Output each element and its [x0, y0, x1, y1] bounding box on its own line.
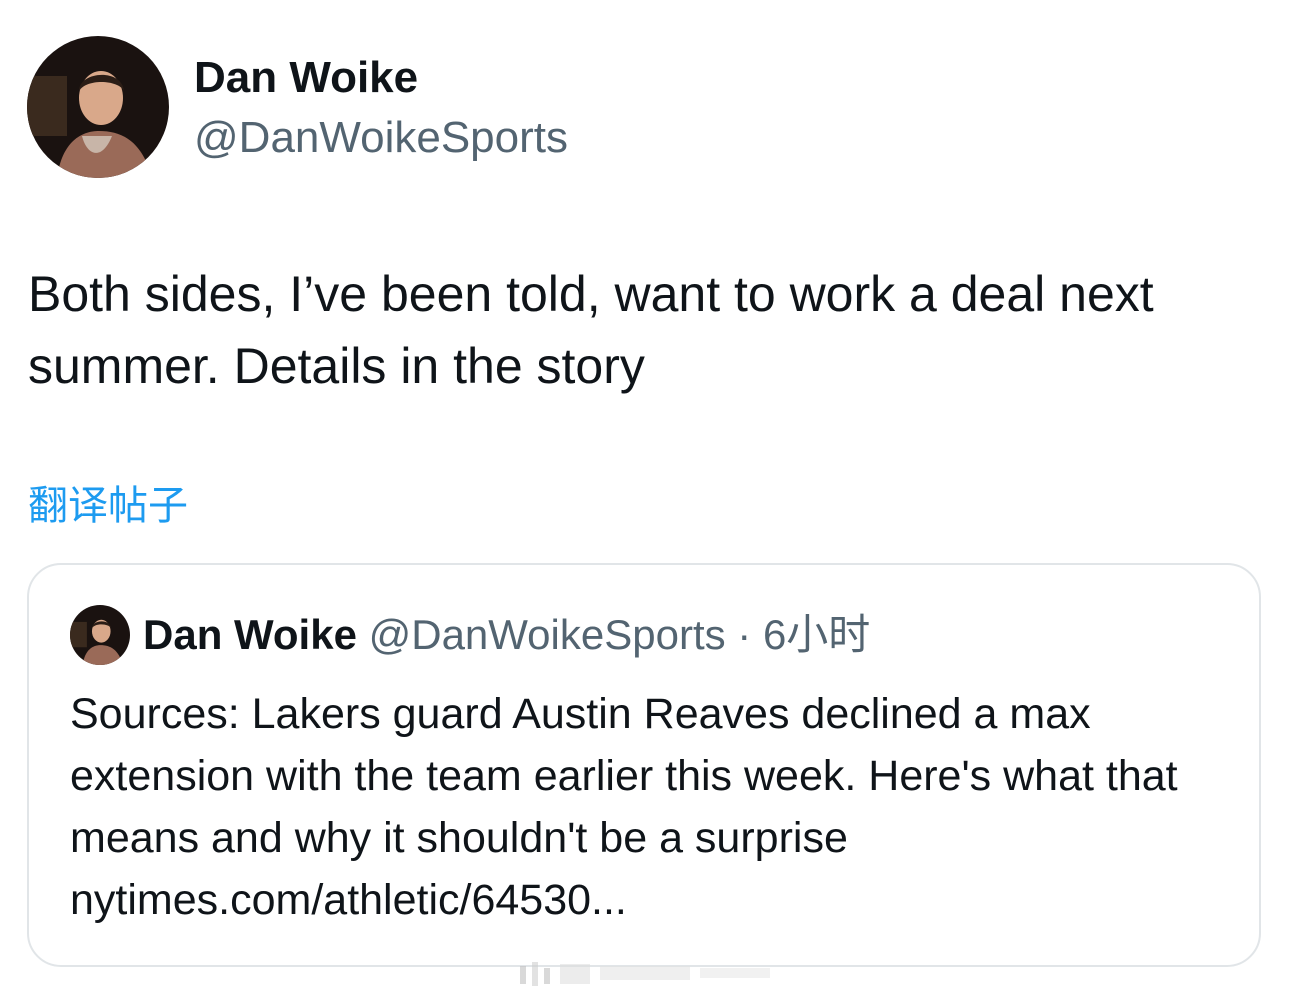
quoted-tweet-card[interactable]: Dan Woike @DanWoikeSports · 6小时 Sources:…	[27, 563, 1261, 967]
dot-separator: ·	[725, 611, 763, 658]
quoted-tweet-timestamp[interactable]: 6小时	[763, 611, 870, 658]
avatar-photo-icon	[70, 605, 130, 665]
translate-post-link[interactable]: 翻译帖子	[28, 478, 188, 534]
tweet-page: Dan Woike @DanWoikeSports Both sides, I’…	[0, 0, 1290, 1003]
quoted-tweet-link[interactable]: nytimes.com/athletic/64530...	[70, 869, 1230, 931]
quoted-author-handle[interactable]: @DanWoikeSports	[369, 611, 726, 658]
author-name[interactable]: Dan Woike	[194, 52, 418, 104]
quoted-tweet-text: Sources: Lakers guard Austin Reaves decl…	[70, 683, 1230, 931]
author-avatar[interactable]	[27, 36, 169, 178]
quoted-author-name[interactable]: Dan Woike	[143, 611, 357, 658]
quoted-tweet-header: Dan Woike @DanWoikeSports · 6小时	[143, 609, 870, 661]
author-handle[interactable]: @DanWoikeSports	[194, 112, 568, 164]
quoted-author-avatar[interactable]	[70, 605, 130, 665]
quoted-tweet-body: Sources: Lakers guard Austin Reaves decl…	[70, 690, 1178, 862]
avatar-photo-icon	[27, 36, 169, 178]
watermark-icon	[520, 962, 770, 986]
tweet-text: Both sides, I’ve been told, want to work…	[28, 266, 1154, 394]
